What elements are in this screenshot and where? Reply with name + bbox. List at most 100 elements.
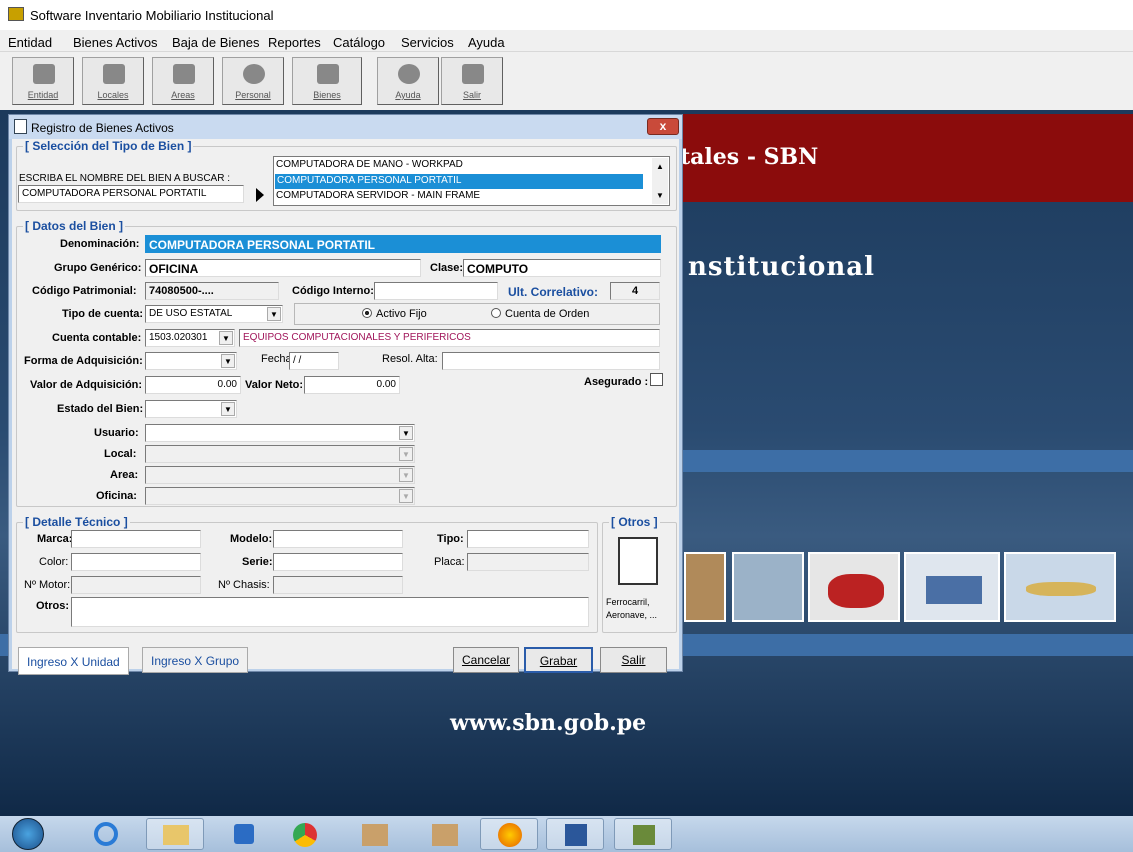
fecha-input[interactable]: / / bbox=[289, 352, 339, 370]
cuenta-orden-radio[interactable]: Cuenta de Orden bbox=[491, 308, 589, 320]
search-input[interactable]: COMPUTADORA PERSONAL PORTATIL bbox=[18, 185, 244, 203]
menu-servicios[interactable]: Servicios bbox=[401, 35, 454, 50]
computer-photo bbox=[732, 552, 804, 622]
color-label: Color: bbox=[39, 556, 69, 568]
cancelar-button[interactable]: Cancelar bbox=[453, 647, 519, 673]
estado-label: Estado del Bien: bbox=[57, 403, 144, 415]
arrow-right-icon bbox=[256, 188, 264, 202]
codpat-label: Código Patrimonial: bbox=[32, 285, 137, 297]
local-select[interactable]: ▼ bbox=[145, 445, 415, 463]
chevron-down-icon[interactable]: ▼ bbox=[399, 447, 413, 461]
toolbar-locales-button[interactable]: Locales bbox=[82, 57, 144, 105]
placa-input bbox=[467, 553, 589, 571]
locales-icon bbox=[103, 64, 125, 84]
tab-ingreso-unidad[interactable]: Ingreso X Unidad bbox=[18, 647, 129, 675]
toolbar-personal-button[interactable]: Personal bbox=[222, 57, 284, 105]
chevron-down-icon[interactable]: ▼ bbox=[267, 307, 281, 321]
cuenta-radio-group: Activo Fijo Cuenta de Orden bbox=[294, 303, 660, 325]
color-input[interactable] bbox=[71, 553, 201, 571]
chevron-down-icon[interactable]: ▼ bbox=[399, 468, 413, 482]
document-icon[interactable] bbox=[618, 537, 658, 585]
area-select[interactable]: ▼ bbox=[145, 466, 415, 484]
oficina-select[interactable]: ▼ bbox=[145, 487, 415, 505]
marca-label: Marca: bbox=[37, 533, 73, 545]
media-icon[interactable] bbox=[216, 818, 274, 850]
chevron-down-icon[interactable]: ▼ bbox=[219, 331, 233, 345]
app-icon bbox=[8, 7, 24, 21]
toolbar-ayuda-button[interactable]: Ayuda bbox=[377, 57, 439, 105]
otros-caption-line1: Ferrocarril, bbox=[606, 597, 650, 607]
motor-input bbox=[71, 576, 201, 594]
inventory-app-icon[interactable] bbox=[614, 818, 672, 850]
start-icon[interactable] bbox=[12, 818, 44, 850]
valorneto-label: Valor Neto: bbox=[245, 379, 304, 391]
placa-label: Placa: bbox=[434, 556, 465, 568]
chevron-down-icon[interactable]: ▼ bbox=[221, 402, 235, 416]
marca-input[interactable] bbox=[71, 530, 201, 548]
toolbar-bienes-button[interactable]: Bienes bbox=[292, 57, 362, 105]
tipocuenta-select[interactable]: DE USO ESTATAL ▼ bbox=[145, 305, 283, 323]
menu-entidad[interactable]: Entidad bbox=[8, 35, 52, 50]
chrome-icon[interactable] bbox=[276, 818, 334, 850]
toolbar-areas-button[interactable]: Areas bbox=[152, 57, 214, 105]
cuentacont-desc: EQUIPOS COMPUTACIONALES Y PERIFERICOS bbox=[239, 329, 660, 347]
bienes-icon bbox=[317, 64, 339, 84]
radio-selected-icon bbox=[362, 308, 372, 318]
valoradq-label: Valor de Adquisición: bbox=[30, 379, 143, 391]
menu-bienes-activos[interactable]: Bienes Activos bbox=[73, 35, 158, 50]
firefox-icon[interactable] bbox=[480, 818, 538, 850]
ie-icon[interactable] bbox=[78, 818, 136, 850]
activo-fijo-radio[interactable]: Activo Fijo bbox=[362, 308, 427, 320]
word-icon[interactable] bbox=[546, 818, 604, 850]
background-band bbox=[680, 450, 1133, 472]
otros-field-label: Otros: bbox=[36, 600, 69, 612]
menu-baja-bienes[interactable]: Baja de Bienes bbox=[172, 35, 259, 50]
toolbar-salir-button[interactable]: Salir bbox=[441, 57, 503, 105]
asegurado-checkbox[interactable] bbox=[650, 373, 663, 386]
forma-select[interactable]: ▼ bbox=[145, 352, 237, 370]
scroll-down-icon[interactable]: ▼ bbox=[656, 191, 664, 200]
areas-icon bbox=[173, 64, 195, 84]
salir-button[interactable]: Salir bbox=[600, 647, 667, 673]
tipo-input[interactable] bbox=[467, 530, 589, 548]
cuentacont-select[interactable]: 1503.020301 ▼ bbox=[145, 329, 235, 347]
toolbar: Entidad Locales Areas Personal Bienes Ay… bbox=[0, 52, 1133, 110]
chevron-down-icon[interactable]: ▼ bbox=[399, 426, 413, 440]
list-scrollbar[interactable]: ▲ ▼ bbox=[652, 158, 668, 204]
serie-input[interactable] bbox=[273, 553, 403, 571]
list-item[interactable]: COMPUTADORA DE MANO - WORKPAD bbox=[276, 159, 463, 170]
dialog-titlebar: Registro de Bienes Activos x bbox=[9, 115, 682, 139]
estado-select[interactable]: ▼ bbox=[145, 400, 237, 418]
local-label: Local: bbox=[104, 448, 137, 460]
menu-reportes[interactable]: Reportes bbox=[268, 35, 321, 50]
menu-catalogo[interactable]: Catálogo bbox=[333, 35, 385, 50]
toolbar-entidad-button[interactable]: Entidad bbox=[12, 57, 74, 105]
menu-ayuda[interactable]: Ayuda bbox=[468, 35, 505, 50]
app-title: Software Inventario Mobiliario Instituci… bbox=[30, 8, 274, 23]
valorneto-input[interactable]: 0.00 bbox=[304, 376, 400, 394]
resol-input[interactable] bbox=[442, 352, 660, 370]
ultcorr-label: Ult. Correlativo: bbox=[508, 285, 599, 299]
resol-label: Resol. Alta: bbox=[382, 353, 438, 365]
siaf2-icon[interactable] bbox=[416, 818, 474, 850]
modelo-input[interactable] bbox=[273, 530, 403, 548]
list-item-selected[interactable]: COMPUTADORA PERSONAL PORTATIL bbox=[275, 174, 643, 189]
siaf-icon[interactable] bbox=[346, 818, 404, 850]
otros-input[interactable] bbox=[71, 597, 589, 627]
codint-input[interactable] bbox=[374, 282, 498, 300]
usuario-select[interactable]: ▼ bbox=[145, 424, 415, 442]
scroll-up-icon[interactable]: ▲ bbox=[656, 162, 664, 171]
explorer-icon[interactable] bbox=[146, 818, 204, 850]
list-item[interactable]: COMPUTADORA SERVIDOR - MAIN FRAME bbox=[276, 190, 480, 201]
clase-field: COMPUTO bbox=[463, 259, 661, 277]
valoradq-input[interactable]: 0.00 bbox=[145, 376, 241, 394]
close-icon[interactable]: x bbox=[647, 118, 679, 135]
dialog-icon bbox=[14, 119, 27, 134]
otros-legend: [ Otros ] bbox=[611, 515, 658, 529]
chevron-down-icon[interactable]: ▼ bbox=[399, 489, 413, 503]
codpat-field: 74080500-.... bbox=[145, 282, 279, 300]
chevron-down-icon[interactable]: ▼ bbox=[221, 354, 235, 368]
tab-ingreso-grupo[interactable]: Ingreso X Grupo bbox=[142, 647, 249, 673]
tipo-bien-list[interactable]: COMPUTADORA DE MANO - WORKPAD COMPUTADOR… bbox=[273, 156, 670, 206]
grabar-button[interactable]: Grabar bbox=[524, 647, 593, 673]
